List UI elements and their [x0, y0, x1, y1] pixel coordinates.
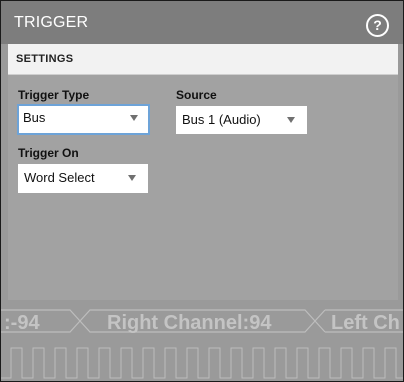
trigger-on-dropdown[interactable]: Word Select: [18, 164, 148, 193]
settings-content: Trigger Type Bus Source Bus 1 (Audio) Tr…: [8, 75, 398, 307]
bus-segment-text: :-94: [4, 312, 40, 334]
chevron-down-icon: [287, 117, 295, 123]
trigger-type-label: Trigger Type: [18, 88, 90, 102]
bus-segment-text: Right Channel:94: [107, 312, 272, 334]
bus-waveform-background: :-94 Right Channel:94 Left Ch: [0, 300, 404, 382]
source-label: Source: [176, 88, 217, 102]
source-value: Bus 1 (Audio): [182, 112, 261, 127]
trigger-on-value: Word Select: [24, 170, 95, 185]
title-bar: TRIGGER ?: [0, 0, 404, 44]
bus-waveform: :-94 Right Channel:94 Left Ch: [0, 309, 404, 379]
help-glyph: ?: [373, 17, 382, 33]
trigger-panel: TRIGGER ? SETTINGS Trigger Type Bus Sour…: [0, 0, 404, 382]
settings-section-header[interactable]: SETTINGS: [8, 44, 398, 75]
trigger-type-value: Bus: [23, 110, 46, 125]
trigger-on-label: Trigger On: [18, 146, 79, 160]
bus-segment-text: Left Ch: [331, 312, 400, 334]
chevron-down-icon: [130, 115, 138, 121]
chevron-down-icon: [128, 175, 136, 181]
clock-trace: [0, 347, 404, 379]
settings-label: SETTINGS: [16, 53, 74, 65]
panel-title: TRIGGER: [14, 14, 89, 31]
trigger-type-dropdown[interactable]: Bus: [17, 104, 150, 135]
source-dropdown[interactable]: Bus 1 (Audio): [176, 106, 307, 134]
help-icon[interactable]: ?: [366, 14, 389, 37]
